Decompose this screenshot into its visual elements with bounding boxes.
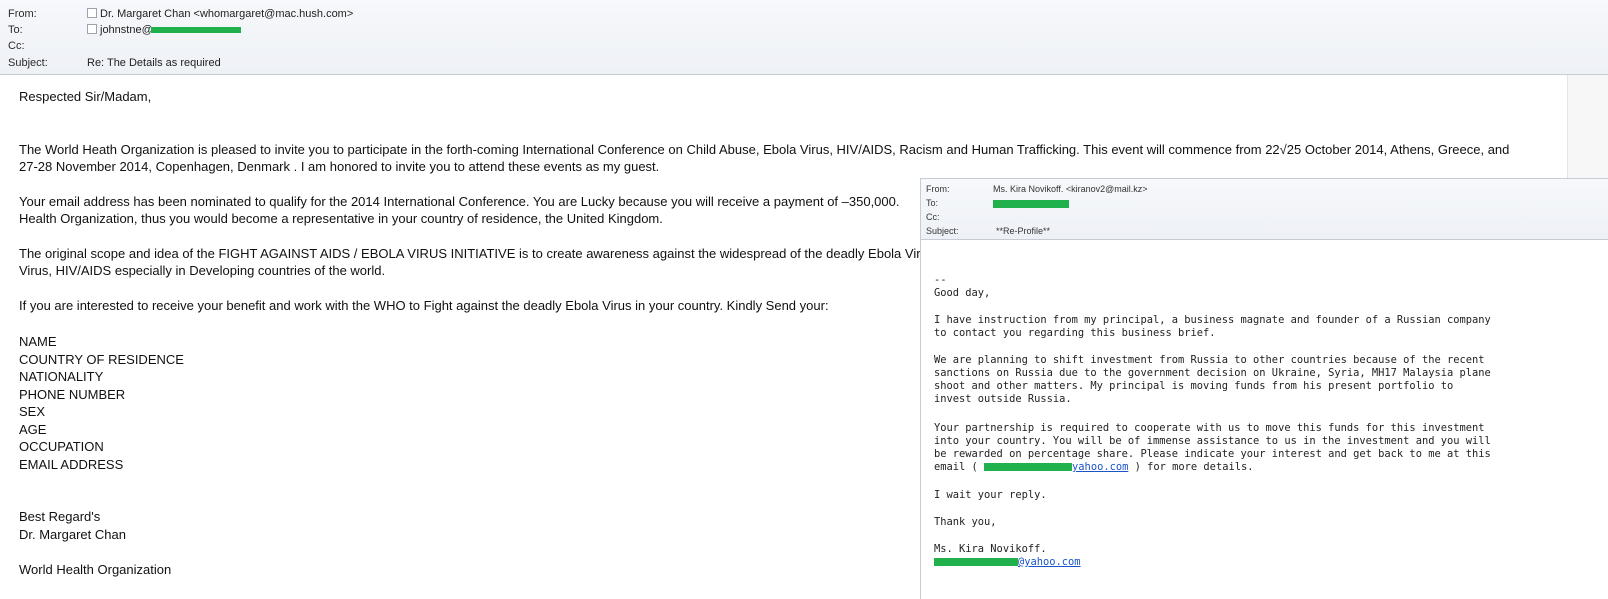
cc-label: Cc:: [8, 40, 25, 52]
signature-email-line: @yahoo.com: [934, 556, 1081, 570]
greeting: Respected Sir/Madam,: [19, 89, 152, 104]
paragraph-line: Health Organization, thus you would beco…: [19, 211, 663, 226]
email-suffix: ) for more details.: [1128, 461, 1254, 473]
email-prefix: email (: [934, 461, 985, 473]
paragraph-line: Your partnership is required to cooperat…: [934, 422, 1485, 434]
field-item: PHONE NUMBER: [19, 386, 126, 402]
overlay-from-label: From:: [926, 184, 950, 194]
field-item: OCCUPATION: [19, 439, 104, 454]
subject-value: Re: The Details as required: [87, 57, 221, 69]
subject-row: Subject: Re: The Details as required: [8, 55, 1598, 71]
signature-email-link[interactable]: @yahoo.com: [1018, 556, 1081, 568]
from-row: From: Dr. Margaret Chan <whomargaret@mac…: [8, 6, 1598, 22]
closing: Best Regard's: [19, 509, 101, 524]
field-item: NATIONALITY: [19, 369, 104, 384]
to-label: To:: [8, 24, 23, 36]
paragraph-line: shoot and other matters. My principal is…: [934, 380, 1454, 392]
paragraph-line: We are planning to shift investment from…: [934, 354, 1485, 366]
field-item: NAME: [19, 334, 57, 349]
paragraph-line: The World Heath Organization is pleased …: [19, 142, 1510, 157]
paragraph-line: invest outside Russia.: [934, 393, 1072, 405]
overlay-to-row: To:: [926, 196, 1606, 210]
overlay-to-value[interactable]: [993, 196, 1069, 210]
overlay-email: From: Ms. Kira Novikoff. <kiranov2@mail.…: [920, 178, 1608, 599]
redaction-bar: [984, 463, 1073, 471]
from-value[interactable]: Dr. Margaret Chan <whomargaret@mac.hush.…: [87, 6, 353, 22]
field-item: COUNTRY OF RESIDENCE: [19, 351, 184, 367]
paragraph-line: I wait your reply.: [934, 489, 1047, 501]
overlay-from-value[interactable]: Ms. Kira Novikoff. <kiranov2@mail.kz>: [993, 182, 1148, 196]
overlay-subject-value: **Re-Profile**: [996, 226, 1051, 236]
field-item: AGE: [19, 421, 47, 437]
contact-checkbox-icon: [87, 24, 97, 34]
overlay-email-body: -- Good day, I have instruction from my …: [921, 240, 1608, 598]
overlay-from-row: From: Ms. Kira Novikoff. <kiranov2@mail.…: [926, 182, 1606, 196]
field-item: SEX: [19, 404, 46, 419]
to-row: To: johnstne@: [8, 22, 1598, 38]
thanks: Thank you,: [934, 516, 997, 528]
from-address[interactable]: Dr. Margaret Chan <whomargaret@mac.hush.…: [100, 8, 353, 20]
paragraph-line: 27-28 November 2014, Copenhagen, Denmark…: [19, 159, 660, 174]
contact-checkbox-icon: [87, 8, 97, 18]
overlay-email-header: From: Ms. Kira Novikoff. <kiranov2@mail.…: [921, 179, 1608, 240]
overlay-cc-row: Cc:: [926, 210, 1606, 224]
overlay-cc-label: Cc:: [926, 212, 940, 222]
signature-name: Dr. Margaret Chan: [19, 527, 126, 542]
paragraph-line: I have instruction from my principal, a …: [934, 314, 1491, 326]
redaction-bar: [934, 558, 1018, 566]
signature-name: Ms. Kira Novikoff.: [934, 543, 1047, 555]
email-link[interactable]: yahoo.com: [1072, 461, 1128, 473]
signature-org: World Health Organization: [19, 562, 172, 577]
overlay-subject-row: Subject: **Re-Profile**: [926, 224, 1606, 238]
to-value[interactable]: johnstne@: [87, 22, 241, 38]
subject-label: Subject:: [8, 57, 48, 69]
field-item: EMAIL ADDRESS: [19, 456, 124, 472]
paragraph-line: email ( yahoo.com ) for more details.: [934, 461, 1253, 475]
overlay-subject-label: Subject:: [926, 226, 959, 236]
paragraph-line: The original scope and idea of the FIGHT…: [19, 246, 928, 261]
from-label: From:: [8, 8, 37, 20]
paragraph-line: to contact you regarding this business b…: [934, 327, 1216, 339]
paragraph-line: be rewarded on percentage share. Please …: [934, 448, 1491, 460]
greeting: Good day,: [934, 287, 991, 299]
cc-row: Cc:: [8, 38, 1598, 54]
paragraph-line: If you are interested to receive your be…: [19, 298, 829, 313]
overlay-to-label: To:: [926, 198, 939, 208]
paragraph-line: Your email address has been nominated to…: [19, 194, 900, 209]
to-address[interactable]: johnstne@: [100, 24, 153, 36]
separator: --: [934, 274, 947, 286]
paragraph-line: into your country. You will be of immens…: [934, 435, 1491, 447]
main-email-header: From: Dr. Margaret Chan <whomargaret@mac…: [0, 0, 1608, 75]
paragraph-line: Virus, HIV/AIDS especially in Developing…: [19, 263, 386, 278]
redaction-bar: [993, 199, 1069, 208]
paragraph-line: sanctions on Russia due to the governmen…: [934, 367, 1491, 379]
redaction-bar: [150, 27, 241, 34]
